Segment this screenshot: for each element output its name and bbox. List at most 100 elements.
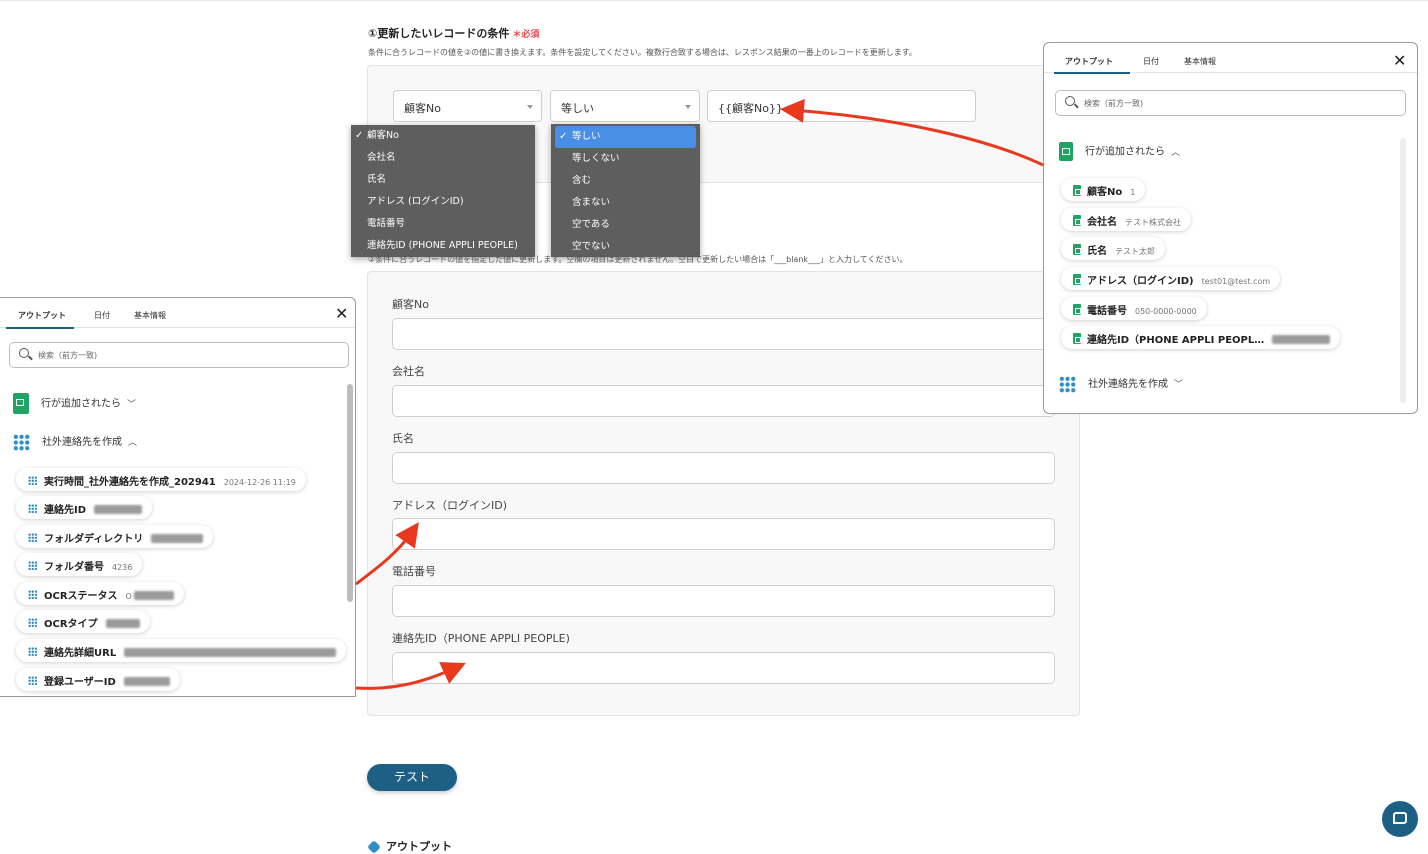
operator-option-label: 空でない: [572, 241, 611, 252]
chip-name: 氏名: [1087, 246, 1107, 257]
chevron-down-icon: [527, 105, 533, 109]
chip-value: 2024-12-26 11:19: [223, 478, 296, 487]
operator-option[interactable]: 含まない: [551, 192, 700, 214]
chip-name: 連絡先ID（PHONE APPLI PEOPL…: [1087, 335, 1265, 346]
chip-name: 会社名: [1087, 217, 1117, 228]
chip-name: 電話番号: [1087, 306, 1127, 317]
group-label: 行が追加されたら: [41, 398, 121, 410]
output-chip[interactable]: 会社名 テスト株式会社: [1061, 208, 1191, 231]
output-chip[interactable]: 連絡先ID（PHONE APPLI PEOPL…: [1061, 326, 1341, 349]
redacted-value: [151, 534, 204, 543]
output-chip[interactable]: 登録ユーザーID: [16, 668, 180, 691]
chip-name: OCRタイプ: [44, 619, 98, 630]
chevron-down-icon: [685, 105, 691, 109]
field-option-label: 会社名: [367, 152, 396, 163]
output-chip[interactable]: 連絡先ID: [16, 496, 153, 519]
output-chip[interactable]: フォルダ番号 4236: [16, 553, 143, 576]
group-label: 社外連絡先を作成: [1088, 379, 1168, 390]
output-chip[interactable]: 氏名 テスト太郎: [1061, 237, 1165, 260]
output-chip[interactable]: アドレス（ログインID) test01@test.com: [1061, 267, 1281, 290]
condition-value-input[interactable]: {{顧客No}}: [707, 90, 976, 122]
spreadsheet-icon: [1073, 215, 1081, 226]
field-option[interactable]: 氏名: [351, 169, 535, 191]
output-chip[interactable]: 連絡先詳細URL: [16, 639, 347, 662]
field-input[interactable]: [392, 452, 1055, 484]
chevron-down-icon: ﹀: [127, 399, 137, 410]
group-row-added[interactable]: 行が追加されたら ︿: [1059, 142, 1180, 161]
chip-value: テスト株式会社: [1125, 218, 1181, 227]
chat-support-button[interactable]: [1382, 801, 1418, 837]
chip-name: 登録ユーザーID: [44, 677, 116, 688]
field-input[interactable]: [392, 585, 1055, 617]
chip-value: 1: [1130, 188, 1136, 197]
tab-output[interactable]: アウトプット: [18, 310, 66, 321]
chip-value: test01@test.com: [1201, 277, 1271, 286]
chevron-up-icon: ︿: [1171, 147, 1181, 158]
output-chip[interactable]: 顧客No 1: [1061, 178, 1146, 201]
field-option[interactable]: ✓ 顧客No: [351, 125, 535, 147]
redacted-value: [105, 619, 140, 628]
tab-basic-info[interactable]: 基本情報: [1184, 56, 1216, 67]
chip-value: 050-0000-0000: [1135, 307, 1197, 316]
operator-option[interactable]: 空である: [551, 214, 700, 236]
app-grid-icon: [1059, 375, 1076, 393]
check-icon: ✓: [559, 131, 568, 142]
search-input[interactable]: 検索（前方一致): [9, 342, 349, 368]
app-grid-icon: [28, 476, 37, 485]
update-description: ②条件に合うレコードの値を指定した値に更新します。空欄の項目は更新されません。空…: [368, 255, 908, 264]
redacted-value: [123, 677, 170, 686]
tab-basic-info[interactable]: 基本情報: [134, 310, 166, 321]
output-chip[interactable]: OCRタイプ: [16, 610, 150, 633]
redacted-value: [94, 505, 143, 514]
check-icon: ✓: [355, 130, 364, 141]
group-create-contact[interactable]: 社外連絡先を作成 ﹀: [1059, 375, 1183, 393]
field-input[interactable]: [392, 652, 1055, 684]
test-button[interactable]: テスト: [367, 764, 457, 791]
search-icon: [19, 348, 29, 358]
field-input[interactable]: [392, 518, 1055, 550]
chip-value: 4236: [112, 563, 133, 572]
operator-option-label: 等しい: [572, 131, 601, 142]
close-icon[interactable]: ✕: [335, 304, 348, 323]
tab-date[interactable]: 日付: [94, 310, 110, 321]
spreadsheet-icon: [1059, 142, 1073, 161]
group-row-added[interactable]: 行が追加されたら ﹀: [13, 393, 136, 414]
app-grid-icon: [28, 647, 37, 656]
field-select[interactable]: 顧客No: [393, 90, 542, 122]
field-option[interactable]: 電話番号: [351, 213, 535, 235]
operator-option[interactable]: 等しくない: [551, 148, 700, 170]
chip-name: OCRステータス: [44, 591, 118, 602]
search-placeholder: 検索（前方一致): [1084, 99, 1144, 108]
field-input[interactable]: [392, 318, 1055, 350]
condition-section-title: ①更新したいレコードの条件 ＊必須: [368, 25, 539, 41]
group-create-contact[interactable]: 社外連絡先を作成 ︿: [13, 433, 137, 451]
search-placeholder: 検索（前方一致): [38, 351, 98, 360]
scrollbar-thumb[interactable]: [347, 384, 353, 602]
redacted-value: [133, 591, 174, 600]
close-icon[interactable]: ✕: [1393, 51, 1406, 70]
tab-date[interactable]: 日付: [1143, 56, 1159, 67]
field-input[interactable]: [392, 385, 1055, 417]
search-input[interactable]: 検索（前方一致): [1055, 90, 1406, 116]
output-chip[interactable]: OCRステータス O: [16, 582, 184, 605]
field-select-value: 顧客No: [404, 102, 441, 115]
search-icon: [1065, 96, 1075, 106]
operator-option[interactable]: 含む: [551, 170, 700, 192]
field-option[interactable]: アドレス (ログインID): [351, 191, 535, 213]
output-chip[interactable]: 実行時間_社外連絡先を作成_202941 2024-12-26 11:19: [16, 468, 306, 491]
output-chip[interactable]: 電話番号 050-0000-0000: [1061, 297, 1207, 320]
output-chip[interactable]: フォルダディレクトリ: [16, 525, 214, 548]
top-divider: [0, 0, 1428, 1]
scrollbar-track[interactable]: [1400, 138, 1406, 403]
field-label: 顧客No: [392, 298, 429, 311]
redacted-value: [124, 648, 337, 657]
tab-output[interactable]: アウトプット: [1065, 56, 1113, 67]
group-label: 社外連絡先を作成: [42, 437, 122, 448]
app-grid-icon: [28, 561, 37, 570]
operator-option-label: 空である: [572, 219, 610, 230]
operator-option-selected[interactable]: ✓ 等しい: [555, 126, 696, 148]
field-label: 氏名: [392, 432, 414, 445]
field-option[interactable]: 会社名: [351, 147, 535, 169]
chevron-up-icon: ︿: [128, 438, 138, 448]
operator-select[interactable]: 等しい: [550, 90, 700, 122]
